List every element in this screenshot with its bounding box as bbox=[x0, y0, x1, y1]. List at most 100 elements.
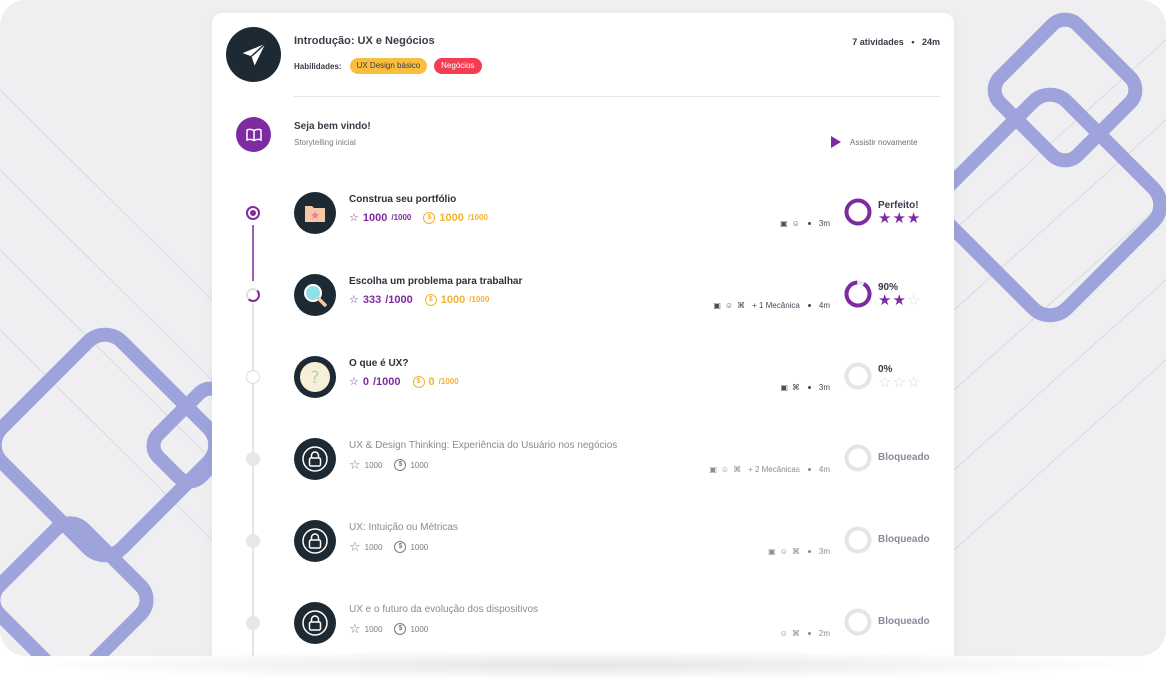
star-filled-icon: ★ bbox=[892, 210, 906, 227]
xp-points: ☆ 1000 bbox=[349, 457, 383, 472]
svg-text:?: ? bbox=[310, 368, 319, 388]
paper-plane-icon bbox=[226, 27, 281, 82]
activities-count: 7 atividades bbox=[852, 37, 904, 47]
activity-meta: ☺ ⌘ 2m bbox=[780, 629, 830, 638]
header-divider bbox=[294, 96, 940, 97]
rewatch-label: Assistir novamente bbox=[850, 137, 918, 147]
activity-points: ☆ 333/1000 $ 1000/1000 bbox=[349, 293, 489, 306]
star-outline-icon: ☆ bbox=[349, 621, 361, 636]
video-icon: ▣ bbox=[780, 383, 788, 392]
star-rating: ☆ ☆ ☆ bbox=[878, 375, 920, 390]
star-rating: ★ ★ ★ bbox=[878, 211, 920, 226]
activity-duration: 4m bbox=[818, 301, 830, 310]
progress-ring bbox=[844, 444, 872, 472]
mechanics-count: + 2 Mecânicas bbox=[748, 465, 800, 474]
welcome-subtitle: Storytelling inicial bbox=[294, 138, 356, 147]
star-empty-icon: ☆ bbox=[906, 292, 921, 309]
xp-points: ☆ 1000/1000 bbox=[349, 211, 412, 225]
video-icon: ▣ bbox=[713, 301, 721, 310]
activity-meta: ▣ ☺ 3m bbox=[780, 219, 830, 228]
welcome-title: Seja bem vindo! bbox=[294, 121, 371, 132]
status-label: Bloqueado bbox=[878, 534, 930, 545]
star-empty-icon: ☆ bbox=[878, 374, 892, 391]
coin-points: $ 1000/1000 bbox=[423, 211, 488, 224]
rewatch-button[interactable]: Assistir novamente bbox=[830, 136, 918, 148]
course-title: Introdução: UX e Negócios bbox=[294, 35, 435, 47]
star-outline-icon: ☆ bbox=[349, 294, 359, 306]
frame-shadow bbox=[10, 650, 1156, 680]
activity-meta: ▣ ⌘ 3m bbox=[780, 383, 830, 392]
activity-points: ☆ 1000 $ 1000 bbox=[349, 539, 428, 555]
star-empty-icon: ☆ bbox=[906, 374, 921, 391]
activity-duration: 4m bbox=[818, 465, 830, 474]
coin-icon: $ bbox=[394, 623, 407, 635]
activity-row[interactable]: Escolha um problema para trabalhar ☆ 333… bbox=[212, 274, 954, 344]
video-icon: ▣ bbox=[780, 219, 788, 228]
play-icon bbox=[831, 136, 841, 148]
xp-points: ☆ 0/1000 bbox=[349, 375, 401, 389]
coin-icon: $ bbox=[412, 375, 425, 388]
activity-points: ☆ 0/1000 $ 0/1000 bbox=[349, 375, 459, 388]
skills-label: Habilidades: bbox=[294, 61, 342, 71]
star-filled-icon: ★ bbox=[878, 210, 892, 227]
magnifier-icon bbox=[294, 274, 336, 316]
coin-points: $ 0/1000 bbox=[412, 375, 459, 388]
smiley-icon: ☺ bbox=[720, 465, 730, 474]
star-outline-icon: ☆ bbox=[349, 539, 361, 554]
command-icon: ⌘ bbox=[791, 383, 800, 392]
star-outline-icon: ☆ bbox=[349, 457, 361, 472]
command-icon: ⌘ bbox=[791, 547, 800, 556]
activity-duration: 3m bbox=[818, 219, 830, 228]
activity-meta: ▣ ☺ ⌘ + 1 Mecânica 4m bbox=[713, 301, 830, 310]
progress-ring bbox=[844, 362, 872, 390]
mechanics-count: + 1 Mecânica bbox=[752, 301, 800, 310]
command-icon: ⌘ bbox=[733, 465, 742, 474]
activity-points: ☆ 1000 $ 1000 bbox=[349, 457, 428, 473]
course-meta: 7 atividades • 24m bbox=[852, 37, 940, 47]
activity-status: Bloqueado bbox=[844, 524, 944, 558]
star-filled-icon: ★ bbox=[878, 292, 892, 309]
skill-tag-negocios[interactable]: Negócios bbox=[434, 58, 482, 74]
xp-points: ☆ 1000 bbox=[349, 539, 383, 554]
lock-icon bbox=[294, 438, 336, 480]
activity-meta: ▣ ☺ ⌘ + 2 Mecânicas 4m bbox=[709, 465, 830, 474]
video-icon: ▣ bbox=[768, 547, 776, 556]
command-icon: ⌘ bbox=[791, 629, 800, 638]
activity-meta: ▣ ☺ ⌘ 3m bbox=[768, 547, 830, 556]
coin-icon: $ bbox=[423, 211, 436, 224]
activity-points: ☆ 1000/1000 $ 1000/1000 bbox=[349, 211, 488, 224]
activity-status: Bloqueado bbox=[844, 442, 944, 476]
activity-title: Construa seu portfólio bbox=[349, 194, 457, 205]
course-card: Introdução: UX e Negócios 7 atividades •… bbox=[212, 13, 954, 656]
activity-row-locked[interactable]: UX e o futuro da evolução dos dispositiv… bbox=[212, 602, 954, 656]
progress-ring bbox=[844, 198, 872, 226]
question-icon: ? bbox=[294, 356, 336, 398]
xp-points: ☆ 333/1000 bbox=[349, 293, 413, 307]
star-outline-icon: ☆ bbox=[349, 376, 359, 388]
activity-title: Escolha um problema para trabalhar bbox=[349, 276, 523, 287]
activity-title: UX & Design Thinking: Experiência do Usu… bbox=[349, 440, 618, 451]
command-icon: ⌘ bbox=[737, 301, 746, 310]
course-duration: 24m bbox=[921, 37, 940, 47]
activity-row-locked[interactable]: UX: Intuição ou Métricas ☆ 1000 $ 1000 ▣… bbox=[212, 520, 954, 590]
star-empty-icon: ☆ bbox=[892, 374, 906, 391]
smiley-icon: ☺ bbox=[779, 547, 788, 556]
activity-duration: 2m bbox=[818, 629, 830, 638]
smiley-icon: ☺ bbox=[779, 629, 788, 638]
lock-icon bbox=[294, 602, 336, 644]
activity-row[interactable]: ? O que é UX? ☆ 0/1000 $ 0/1000 ▣ ⌘ 3m 0… bbox=[212, 356, 954, 426]
activity-row[interactable]: Construa seu portfólio ☆ 1000/1000 $ 100… bbox=[212, 192, 954, 262]
activity-status: 0% ☆ ☆ ☆ bbox=[844, 360, 944, 394]
progress-ring bbox=[844, 526, 872, 554]
skill-tag-ux-design[interactable]: UX Design básico bbox=[349, 58, 428, 74]
activity-title: UX e o futuro da evolução dos dispositiv… bbox=[349, 604, 538, 615]
status-label: Bloqueado bbox=[878, 452, 930, 463]
skills-row: Habilidades: UX Design básico Negócios bbox=[294, 58, 482, 74]
star-rating: ★ ★ ☆ bbox=[878, 293, 920, 308]
activity-row-locked[interactable]: UX & Design Thinking: Experiência do Usu… bbox=[212, 438, 954, 508]
star-filled-icon: ★ bbox=[906, 210, 921, 227]
coin-points: $ 1000 bbox=[394, 459, 428, 471]
xp-points: ☆ 1000 bbox=[349, 621, 383, 636]
activity-title: UX: Intuição ou Métricas bbox=[349, 522, 458, 533]
activity-status: 90% ★ ★ ☆ bbox=[844, 278, 944, 312]
